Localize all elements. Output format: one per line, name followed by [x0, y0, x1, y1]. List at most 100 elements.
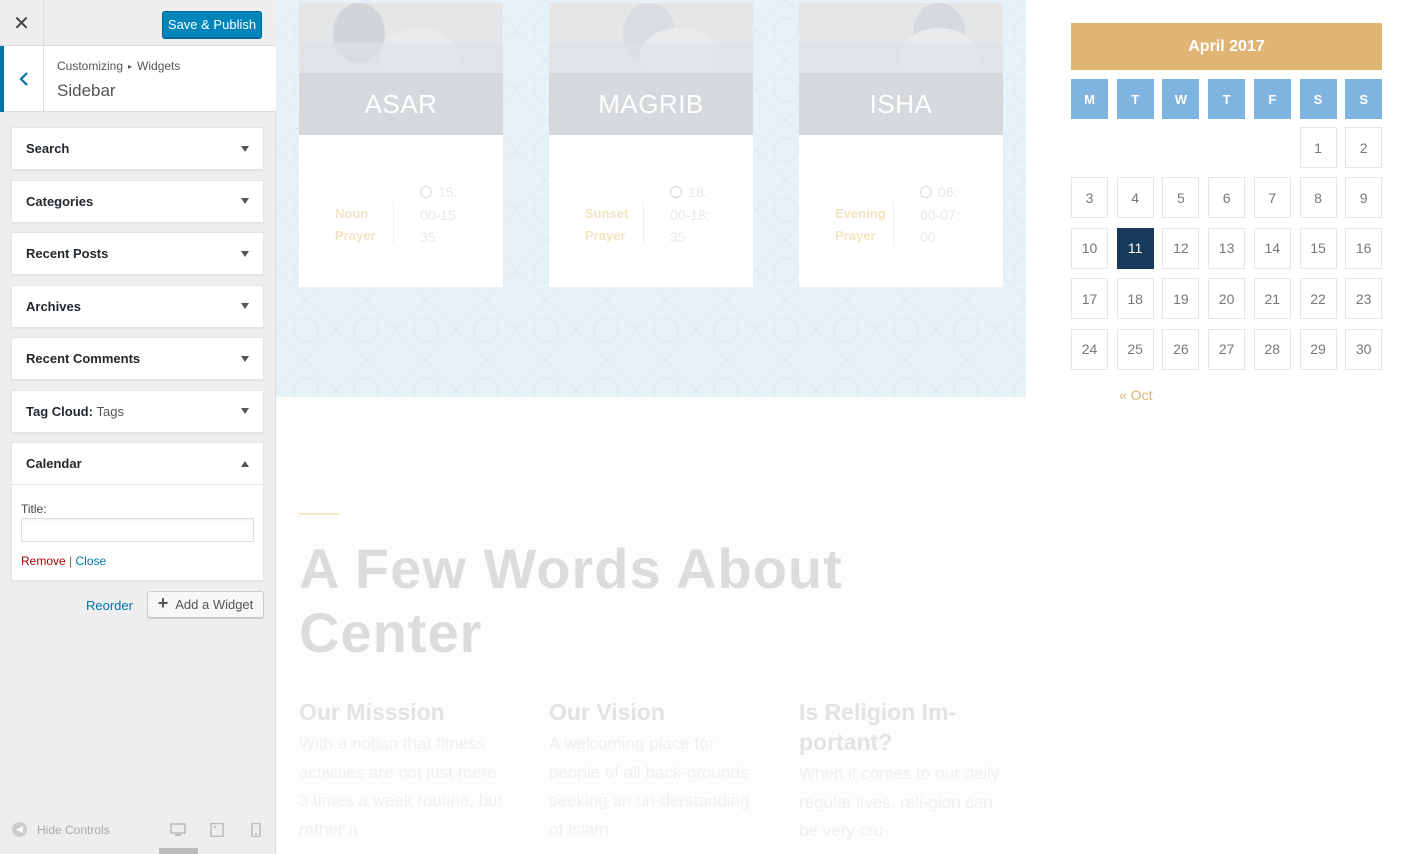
widget-header[interactable]: Search — [12, 128, 263, 169]
close-icon: ✕ — [13, 10, 30, 35]
section-title: Sidebar — [57, 81, 116, 100]
expand-arrow-icon[interactable] — [241, 408, 249, 414]
expand-arrow-icon[interactable] — [241, 355, 249, 362]
calendar-day[interactable]: 7 — [1253, 177, 1291, 219]
calendar-day[interactable]: 26 — [1162, 328, 1200, 370]
calendar-day[interactable]: 10 — [1071, 227, 1108, 269]
prayer-divider — [893, 201, 894, 245]
calendar-day[interactable]: 12 — [1162, 227, 1200, 269]
calendar-day[interactable]: 21 — [1253, 278, 1291, 320]
breadcrumb-current: Widgets — [137, 59, 181, 73]
prayer-label-line: Evening — [835, 206, 886, 221]
breadcrumb: Customizing ▸ Widgets — [57, 59, 180, 73]
calendar-day[interactable]: 22 — [1299, 278, 1337, 320]
expand-arrow-icon[interactable] — [241, 250, 249, 257]
plus-icon: + — [157, 593, 169, 613]
prayer-label-line: Prayer — [335, 228, 376, 243]
prayer-time-text: 15: — [438, 184, 458, 200]
arrow-left-circle-icon: ◀ — [12, 822, 27, 837]
about-column-title: Our Vision — [549, 699, 665, 725]
calendar-day[interactable]: 3 — [1071, 177, 1108, 219]
about-title: A Few Words About Center — [299, 537, 843, 664]
save-publish-button[interactable]: Save & Publish — [162, 11, 262, 38]
prayer-label: Sunset Prayer — [585, 203, 628, 247]
calendar-day[interactable]: 5 — [1162, 177, 1200, 219]
widget-header[interactable]: Recent Posts — [12, 233, 263, 274]
prayer-name: MAGRIB — [549, 73, 753, 135]
calendar-day[interactable]: 19 — [1162, 278, 1200, 320]
desktop-preview-icon[interactable] — [170, 823, 186, 837]
prayer-time-text: 06: — [938, 184, 958, 200]
widget-title: Recent Comments — [26, 351, 140, 366]
calendar-day[interactable]: 20 — [1208, 278, 1246, 320]
calendar-day[interactable]: 27 — [1208, 328, 1246, 370]
tablet-preview-icon[interactable] — [209, 823, 225, 837]
prayer-time-line: 00-18: — [670, 204, 730, 227]
widget-name: Recent Comments — [26, 351, 141, 366]
calendar-day[interactable]: 16 — [1345, 227, 1383, 269]
calendar-prev-link[interactable]: « Oct — [1119, 387, 1152, 403]
about-column-text: A welcoming place for people of all back… — [549, 734, 750, 839]
remove-link[interactable]: Remove — [21, 554, 66, 568]
widget-name: Recent Posts — [26, 246, 109, 261]
calendar-day[interactable]: 14 — [1253, 227, 1291, 269]
about-column: Our Misssion With a notion that fitness a… — [299, 697, 504, 844]
mobile-preview-icon[interactable] — [248, 823, 264, 837]
calendar-grid: M T W T F S S 1 2 3 4 5 6 7 8 9 10 11 12 13 14 15 16 17 18 19 20 21… — [1071, 79, 1383, 379]
calendar-day[interactable]: 6 — [1208, 177, 1246, 219]
calendar-weekday: F — [1253, 79, 1291, 119]
calendar-day[interactable]: 4 — [1116, 177, 1154, 219]
calendar-day[interactable]: 29 — [1299, 328, 1337, 370]
widget-header[interactable]: Categories — [12, 181, 263, 222]
widget-name: Tag Cloud — [26, 403, 89, 419]
calendar-day[interactable]: 9 — [1345, 177, 1383, 219]
expand-arrow-icon[interactable] — [241, 145, 249, 152]
calendar-day[interactable]: 24 — [1071, 328, 1108, 370]
prayer-time-line: 00-07: — [920, 204, 980, 227]
calendar-day[interactable]: 15 — [1299, 227, 1337, 269]
calendar-day[interactable]: 2 — [1345, 127, 1383, 168]
prayer-label: Evening Prayer — [835, 203, 886, 247]
expand-arrow-icon[interactable] — [241, 303, 249, 309]
widget-header[interactable]: Archives — [12, 286, 263, 327]
prayer-time-line: 35 — [420, 226, 480, 249]
collapse-arrow-icon[interactable] — [241, 460, 249, 467]
title-field[interactable] — [21, 518, 254, 542]
prayer-times-section: ASAR Noun Prayer 15: 00-15: 35 MAGRIB Sunset Pra… — [276, 0, 1026, 397]
widget-title: Categories — [26, 194, 93, 209]
widget-title: Recent Posts — [26, 246, 108, 261]
widget-subtitle: Tags — [96, 403, 125, 419]
widget-calendar-header[interactable]: Calendar — [12, 443, 263, 484]
actions-separator: | — [69, 554, 73, 568]
calendar-day[interactable]: 17 — [1071, 278, 1108, 320]
widget-header[interactable]: Tag Cloud: Tags — [12, 391, 263, 432]
widget-archives: Archives — [11, 284, 264, 328]
widget-header[interactable]: Recent Comments — [12, 338, 263, 379]
prayer-card: MAGRIB Sunset Prayer 18: 00-18: 35 — [549, 3, 753, 287]
prayer-card: ASAR Noun Prayer 15: 00-15: 35 — [299, 3, 503, 287]
expand-arrow-icon[interactable] — [241, 198, 249, 204]
calendar-day[interactable]: 13 — [1208, 227, 1246, 269]
reorder-link[interactable]: Reorder — [86, 598, 133, 613]
back-button[interactable] — [0, 46, 44, 112]
calendar-today[interactable]: 11 — [1116, 227, 1154, 269]
calendar-day[interactable]: 30 — [1345, 328, 1383, 370]
about-column: Our Vision A welcoming place for people o… — [549, 697, 754, 844]
prayer-name: ASAR — [299, 73, 503, 135]
calendar-weekday: M — [1071, 79, 1108, 119]
add-widget-button[interactable]: + Add a Widget — [147, 591, 264, 618]
close-link[interactable]: Close — [76, 554, 107, 568]
close-customizer-button[interactable]: ✕ — [0, 0, 44, 45]
widget-title: Tag Cloud: Tags — [26, 404, 124, 419]
hide-controls-button[interactable]: ◀ Hide Controls — [12, 822, 110, 837]
calendar-day[interactable]: 25 — [1116, 328, 1154, 370]
prayer-time-text: 00 — [920, 229, 936, 245]
calendar-day[interactable]: 8 — [1299, 177, 1337, 219]
calendar-day[interactable]: 18 — [1116, 278, 1154, 320]
calendar-day[interactable]: 23 — [1345, 278, 1383, 320]
widget-calendar-form: Title: Remove | Close — [12, 484, 263, 580]
calendar-day[interactable]: 28 — [1253, 328, 1291, 370]
calendar-month-title: April 2017 — [1071, 23, 1382, 70]
section-title-bar: Customizing ▸ Widgets Sidebar — [0, 46, 276, 112]
calendar-day[interactable]: 1 — [1299, 127, 1337, 168]
